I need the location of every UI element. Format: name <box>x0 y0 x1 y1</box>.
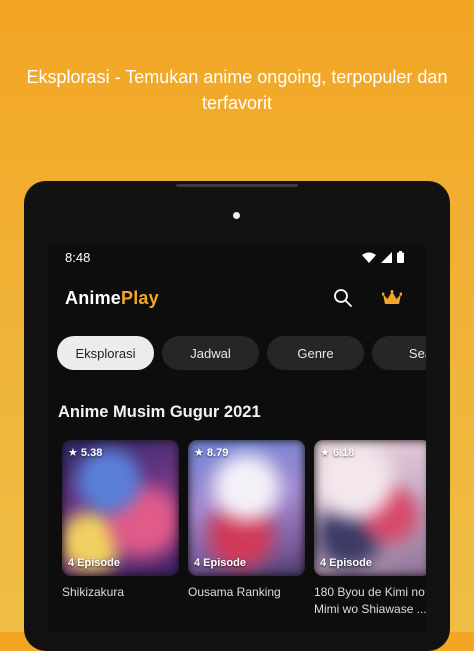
app-logo: AnimePlay <box>65 288 159 309</box>
logo-part-play: Play <box>121 288 159 308</box>
episode-count: 4 Episode <box>194 557 246 569</box>
anime-card-list: ★ 5.38 4 Episode Shikizakura ★ 8.79 4 Ep… <box>62 440 426 618</box>
episode-count: 4 Episode <box>320 557 372 569</box>
wifi-icon <box>362 252 376 263</box>
anime-poster[interactable]: ★ 8.79 4 Episode <box>188 440 305 576</box>
app-screen: 8:48 AnimePlay Eksplorasi Jadwal Genre S… <box>48 245 426 632</box>
promo-headline: Eksplorasi - Temukan anime ongoing, terp… <box>0 64 474 116</box>
tab-jadwal[interactable]: Jadwal <box>162 336 259 370</box>
anime-title: Ousama Ranking <box>188 585 281 599</box>
section-title: Anime Musim Gugur 2021 <box>58 403 261 421</box>
tab-genre[interactable]: Genre <box>267 336 364 370</box>
poster-image <box>188 440 305 576</box>
anime-title-line-2: Mimi wo Shiawase ... <box>314 602 426 616</box>
signal-icon <box>381 251 392 263</box>
rating-badge: ★ 5.38 <box>68 447 103 459</box>
logo-part-anime: Anime <box>65 288 122 308</box>
episode-count: 4 Episode <box>68 557 120 569</box>
headline-line-2: terfavorit <box>201 93 273 113</box>
status-time: 8:48 <box>65 250 91 265</box>
headline-line-1: Eksplorasi - Temukan anime ongoing, terp… <box>26 67 448 87</box>
tab-eksplorasi[interactable]: Eksplorasi <box>57 336 154 370</box>
crown-icon[interactable] <box>382 290 402 306</box>
poster-image <box>62 440 179 576</box>
anime-poster[interactable]: ★ 6.18 4 Episode <box>314 440 426 576</box>
battery-icon <box>397 251 404 263</box>
tab-search[interactable]: Sea <box>372 336 426 370</box>
anime-card[interactable]: ★ 5.38 4 Episode Shikizakura <box>62 440 179 618</box>
poster-image <box>314 440 426 576</box>
rating-badge: ★ 6.18 <box>320 447 355 459</box>
anime-poster[interactable]: ★ 5.38 4 Episode <box>62 440 179 576</box>
rating-badge: ★ 8.79 <box>194 447 229 459</box>
anime-card[interactable]: ★ 6.18 4 Episode 180 Byou de Kimi no Mim… <box>314 440 426 618</box>
tablet-top-bar <box>176 184 298 187</box>
anime-title: Shikizakura <box>62 585 125 599</box>
status-icons <box>362 251 404 263</box>
anime-title: 180 Byou de Kimi no <box>314 585 425 599</box>
search-icon[interactable] <box>333 288 353 308</box>
anime-card[interactable]: ★ 8.79 4 Episode Ousama Ranking <box>188 440 305 618</box>
category-tabs: Eksplorasi Jadwal Genre Sea <box>57 336 426 370</box>
tablet-camera <box>233 212 240 219</box>
